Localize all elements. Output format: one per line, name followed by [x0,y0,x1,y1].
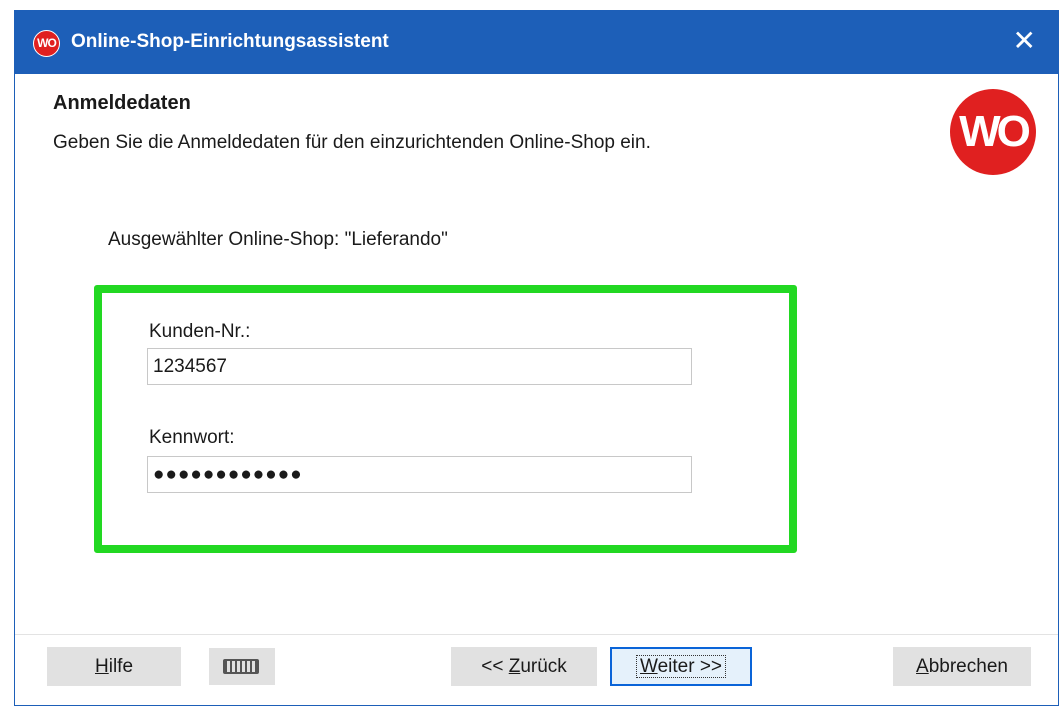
back-button[interactable]: << Zurück [451,647,597,686]
title-bar[interactable]: WO Online-Shop-Einrichtungsassistent ✕ [15,11,1058,74]
setup-wizard-dialog: WO Online-Shop-Einrichtungsassistent ✕ A… [14,10,1059,706]
keyboard-icon [223,659,259,674]
brand-logo-icon: WO [950,89,1036,175]
back-prefix: << [481,656,509,677]
help-mnemonic: H [94,656,109,677]
customer-number-label: Kunden-Nr.: [149,321,251,342]
next-button[interactable]: Weiter >> [610,647,752,686]
customer-number-input[interactable]: 1234567 [147,348,692,385]
page-description: Geben Sie die Anmeldedaten für den einzu… [53,132,651,153]
page-heading: Anmeldedaten [53,92,191,114]
close-icon[interactable]: ✕ [1013,23,1036,59]
password-input[interactable]: ●●●●●●●●●●●● [147,456,692,493]
cancel-mnemonic: A [916,656,929,677]
help-label: ilfe [108,656,134,677]
cancel-label: bbrechen [928,656,1008,677]
keyboard-button[interactable] [209,648,275,685]
help-button[interactable]: Hilfe [47,647,181,686]
back-label: urück [520,656,567,677]
back-mnemonic: Z [508,656,521,677]
next-focus-ring: Weiter >> [635,655,727,678]
footer-divider [15,634,1058,635]
next-label: eiter >> [657,656,723,677]
cancel-button[interactable]: Abbrechen [893,647,1031,686]
next-mnemonic: W [639,656,658,677]
app-logo-icon: WO [33,30,60,57]
window-title: Online-Shop-Einrichtungsassistent [71,31,389,52]
password-label: Kennwort: [149,427,235,448]
selected-shop-label: Ausgewählter Online-Shop: "Lieferando" [108,229,448,250]
